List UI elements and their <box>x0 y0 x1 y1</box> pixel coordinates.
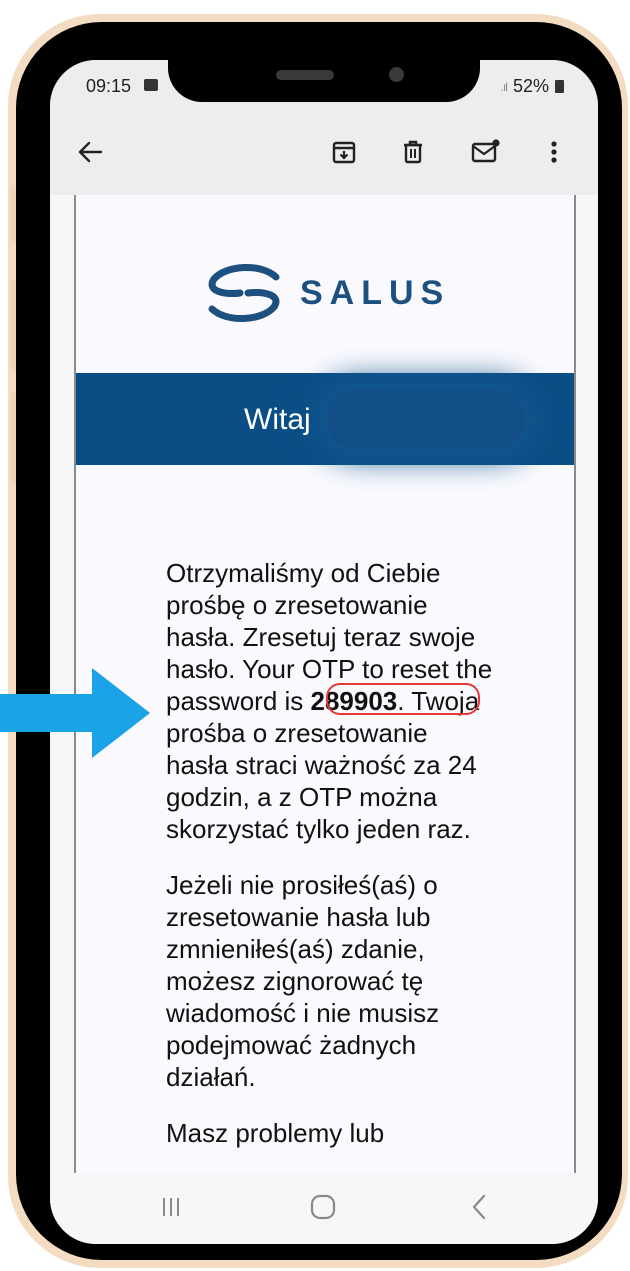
back-nav-icon[interactable] <box>464 1187 494 1227</box>
banner-blur <box>326 389 526 449</box>
status-right: .ıl 52% <box>501 76 564 97</box>
paragraph-ignore: Jeżeli nie prosiłeś(aś) o zresetowanie h… <box>166 870 440 1092</box>
paragraph-problems: Masz problemy lub <box>166 1118 385 1148</box>
logo-text: SALUS <box>300 273 451 312</box>
email-toolbar <box>50 110 598 195</box>
email-text: Otrzymaliśmy od Ciebie prośbę o zresetow… <box>166 557 496 1173</box>
trash-icon[interactable] <box>393 132 433 172</box>
battery-percent: 52% <box>512 76 549 96</box>
home-icon[interactable] <box>308 1187 338 1227</box>
signal-icon: .ıl <box>500 79 508 94</box>
phone-notch <box>168 36 480 102</box>
phone-screen: 09:15 .ıl 52% SALUS Witaj Otrzymaliśmy o… <box>50 60 598 1244</box>
pointer-arrow-icon <box>0 668 150 758</box>
salus-swoosh-icon <box>208 263 280 323</box>
back-arrow-icon[interactable] <box>70 132 110 172</box>
header-banner: Witaj <box>76 373 574 465</box>
status-time: 09:15 <box>86 76 132 96</box>
mark-unread-icon[interactable] <box>466 132 506 172</box>
greeting-title: Witaj <box>244 403 311 436</box>
navigation-bar <box>50 1173 598 1244</box>
camera-icon <box>389 67 404 82</box>
recents-icon[interactable] <box>156 1187 186 1227</box>
salus-logo: SALUS <box>206 263 450 323</box>
battery-icon <box>555 80 564 93</box>
image-notification-icon <box>144 79 158 91</box>
otp-highlight-circle <box>326 683 480 715</box>
speaker-icon <box>276 70 334 80</box>
archive-icon[interactable] <box>324 132 364 172</box>
more-vert-icon[interactable] <box>534 132 574 172</box>
